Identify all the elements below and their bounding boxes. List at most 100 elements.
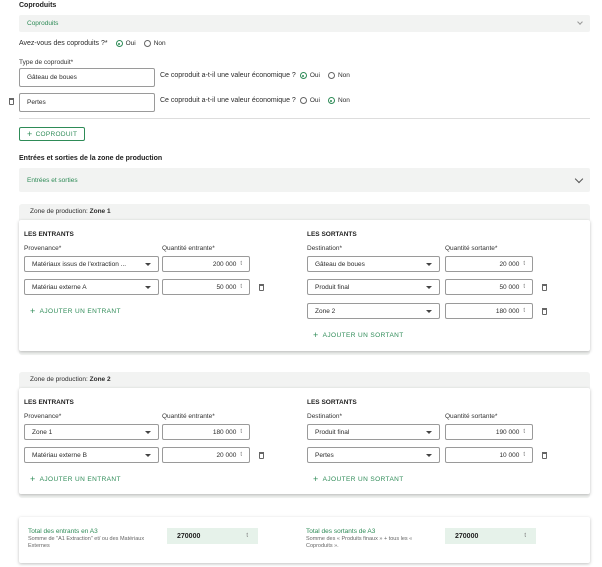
coproduits-accordion[interactable]: Coproduits [19,15,590,32]
radio-dot-icon [115,40,123,47]
entrants-title: LES ENTRANTS [24,231,74,238]
radio-non[interactable]: Non [327,72,350,79]
qte-entrante-input[interactable]: 20 000 t [162,447,250,463]
provenance-value: Matériaux issus de l'extraction ... [32,260,127,268]
coproduits-question: Avez-vous des coproduits ?* [19,40,108,47]
provenance-select[interactable]: Zone 1 [24,424,159,440]
qty-unit: t [523,308,525,314]
qte-entrante-input[interactable]: 200 000 t [162,256,250,272]
destination-label: Destination* [307,245,343,252]
coproduit-eco-row-1: Ce coproduit a-t-il une valeur économiqu… [160,72,350,79]
total-entrants-title: Total des entrants en A3 [28,528,98,535]
qte-sortante-label: Quantité sortante* [445,413,498,420]
radio-oui[interactable]: Oui [299,72,320,79]
radio-non[interactable]: Non [327,97,350,104]
destination-label: Destination* [307,413,343,420]
plus-icon: + [313,474,319,484]
add-sortant-button[interactable]: + AJOUTER UN SORTANT [313,331,404,340]
trash-icon[interactable] [542,452,547,459]
sortants-title: LES SORTANTS [307,231,357,238]
radio-oui-label: Oui [309,97,320,104]
destination-value: Zone 2 [315,307,336,315]
chevron-down-icon [577,19,583,25]
trash-icon[interactable] [542,308,547,315]
qty-unit: t [240,452,242,458]
trash-icon[interactable] [259,284,264,291]
caret-down-icon [145,430,151,434]
coproduit-type-field-2[interactable]: Pertes [19,93,155,112]
add-coproduit-button[interactable]: + COPRODUIT [19,127,86,141]
provenance-select[interactable]: Matériau externe B [24,447,159,463]
qte-entrante-input[interactable]: 50 000 t [162,279,250,295]
qte-entrante-input[interactable]: 180 000 t [162,424,250,440]
zone-header-name: Zone 1 [89,208,111,215]
add-entrant-label: AJOUTER UN ENTRANT [39,308,121,315]
qte-sortante-input[interactable]: 20 000 t [445,256,533,272]
total-entrants-value: 270000 t [167,528,258,544]
add-entrant-button[interactable]: + AJOUTER UN ENTRANT [30,307,121,316]
radio-dot-icon [299,97,307,104]
caret-down-icon [426,262,432,266]
zone-header-prefix: Zone de production: [30,376,88,383]
qte-sortante-input[interactable]: 190 000 t [445,424,533,440]
chevron-down-icon [574,174,584,183]
destination-value: Produit final [315,428,350,436]
section-divider [19,118,590,119]
trash-icon[interactable] [9,98,14,105]
radio-dot-icon [299,72,307,79]
coproduit-type-field-1[interactable]: Gâteau de boues [19,68,155,87]
qte-sortante-input[interactable]: 180 000 t [445,303,533,319]
destination-select[interactable]: Pertes [307,447,440,463]
qty-value: 180 000 [495,307,520,315]
radio-non[interactable]: Non [143,40,166,47]
destination-select[interactable]: Produit final [307,279,440,295]
zone2-header: Zone de production: Zone 2 [30,376,111,383]
provenance-select[interactable]: Matériau externe A [24,279,159,295]
qty-value: 180 000 [212,428,237,436]
entrees-accordion[interactable]: Entrées et sorties [19,168,590,192]
add-entrant-button[interactable]: + AJOUTER UN ENTRANT [30,475,121,484]
caret-down-icon [426,309,432,313]
plus-icon: + [30,306,36,316]
zone-header-prefix: Zone de production: [30,208,88,215]
radio-dot-icon [327,72,335,79]
qte-sortante-input[interactable]: 10 000 t [445,447,533,463]
qte-entrante-label: Quantité entrante* [162,245,215,252]
provenance-value: Matériau externe A [32,283,87,291]
coproduits-question-row: Avez-vous des coproduits ?* Oui Non [19,40,166,47]
add-sortant-label: AJOUTER UN SORTANT [322,476,404,483]
eco-question: Ce coproduit a-t-il une valeur économiqu… [160,72,296,79]
qte-sortante-input[interactable]: 50 000 t [445,279,533,295]
qty-value: 190 000 [495,428,520,436]
total-sortants-value: 270000 t [445,528,536,544]
destination-select[interactable]: Gâteau de boues [307,256,440,272]
coproduits-title: Coproduits [19,2,57,9]
caret-down-icon [145,285,151,289]
total-value: 270000 [455,532,479,540]
caret-down-icon [145,453,151,457]
qty-unit: t [523,429,525,435]
zone1-header: Zone de production: Zone 1 [30,208,111,215]
caret-down-icon [426,453,432,457]
eco-question: Ce coproduit a-t-il une valeur économiqu… [160,97,296,104]
radio-non-label: Non [337,97,350,104]
trash-icon[interactable] [259,452,264,459]
coproduit-type-value: Gâteau de boues [27,74,77,81]
destination-select[interactable]: Produit final [307,424,440,440]
radio-oui[interactable]: Oui [115,40,136,47]
qty-unit: t [240,284,242,290]
entrees-accordion-label: Entrées et sorties [27,176,78,184]
type-coproduit-label: Type de coproduit* [19,59,74,66]
trash-icon[interactable] [542,284,547,291]
destination-select[interactable]: Zone 2 [307,303,440,319]
add-sortant-button[interactable]: + AJOUTER UN SORTANT [313,475,404,484]
add-coproduit-label: COPRODUIT [35,130,78,138]
radio-non-label: Non [337,72,350,79]
radio-oui-label: Oui [125,40,136,47]
coproduit-eco-row-2: Ce coproduit a-t-il une valeur économiqu… [160,97,350,104]
plus-icon: + [27,128,33,139]
total-unit: t [524,533,526,539]
radio-oui[interactable]: Oui [299,97,320,104]
provenance-select[interactable]: Matériaux issus de l'extraction ... [24,256,159,272]
qty-value: 50 000 [216,283,237,291]
